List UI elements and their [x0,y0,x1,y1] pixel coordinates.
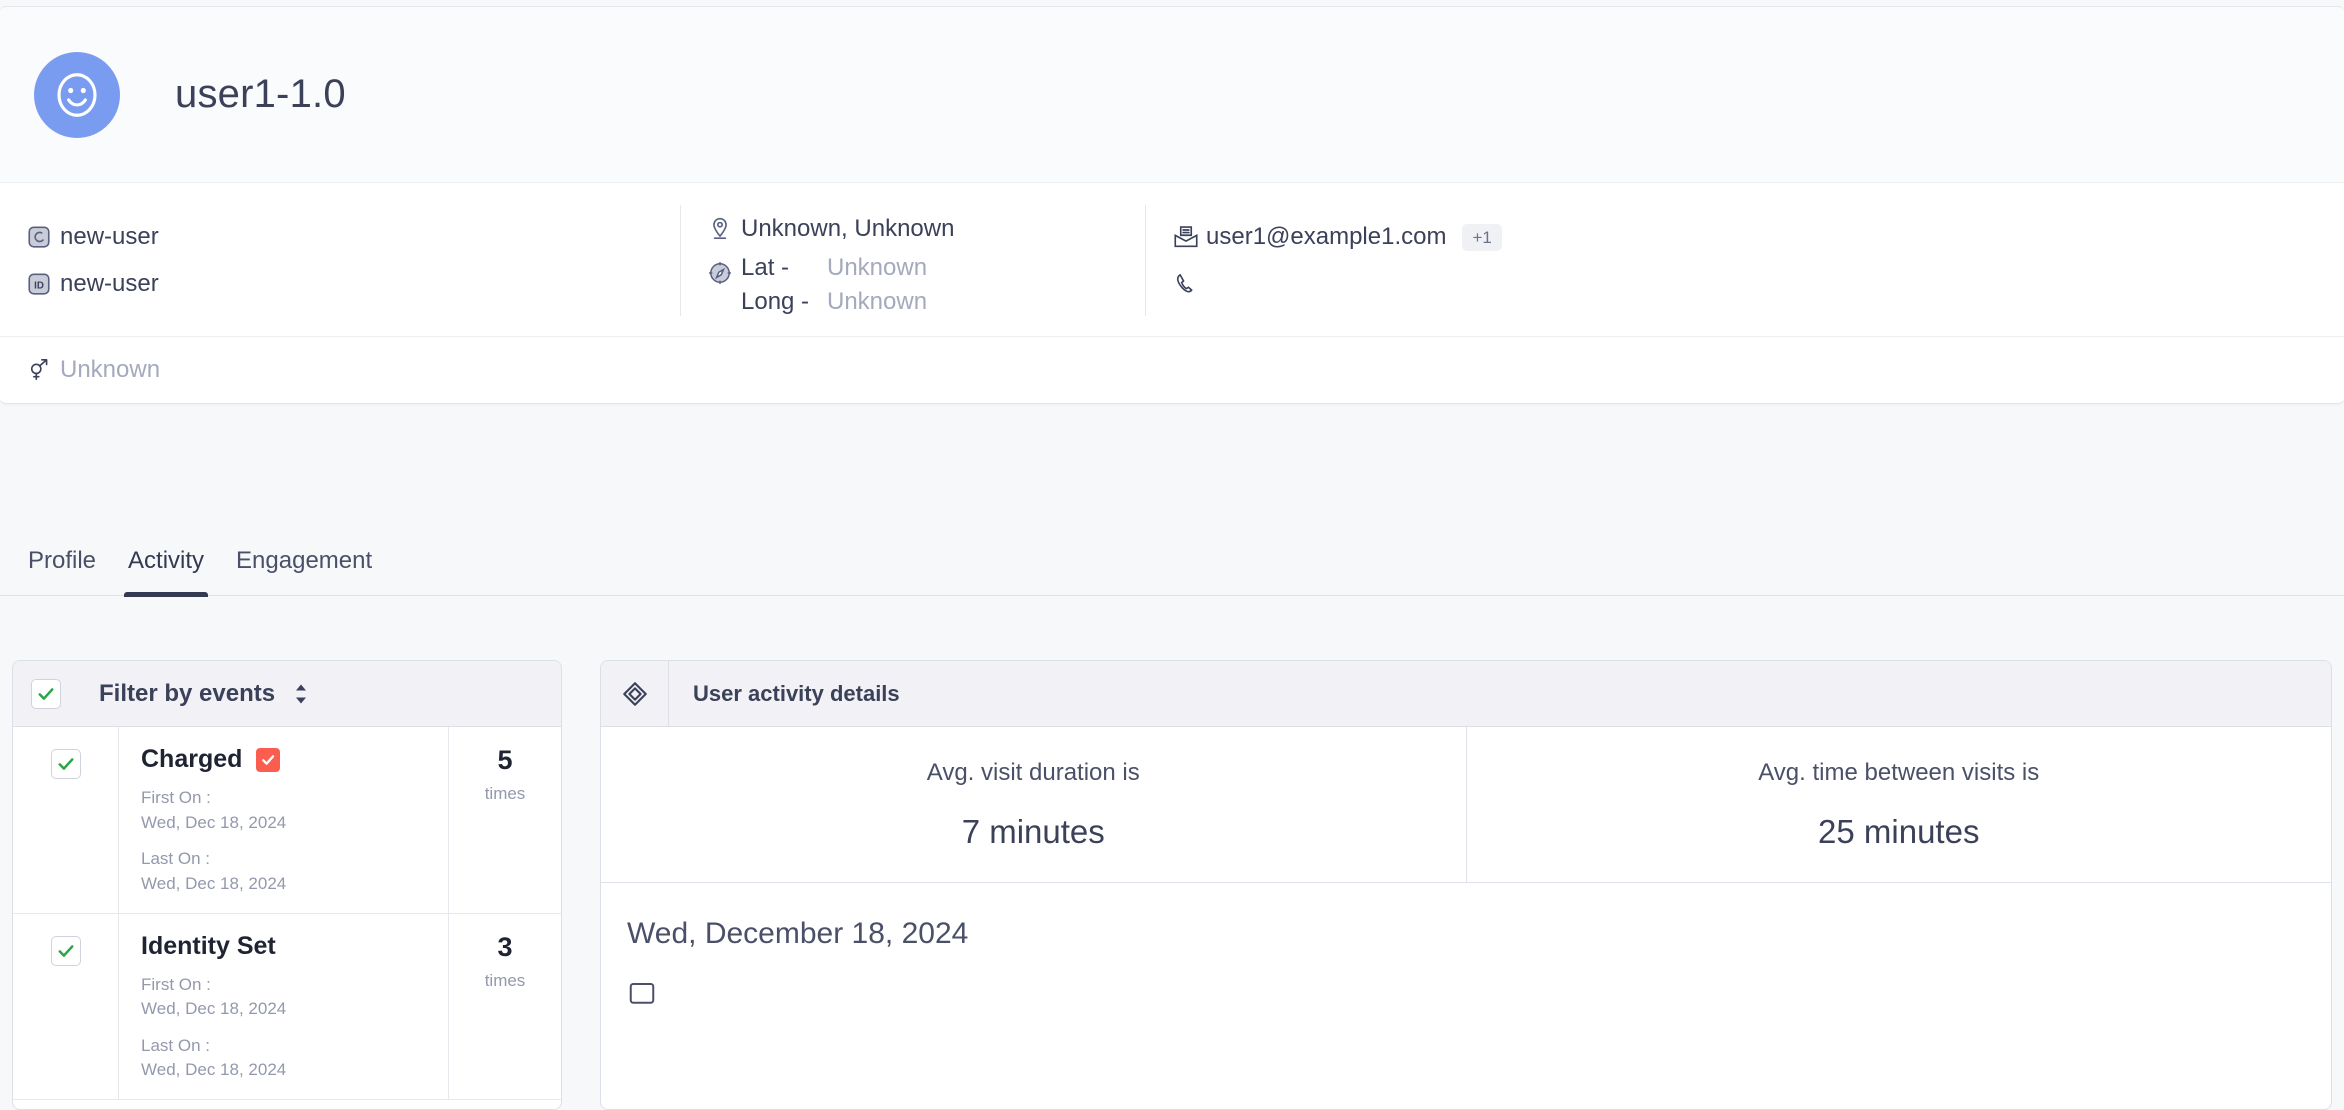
email-more-badge[interactable]: +1 [1462,223,1502,251]
smiley-face-icon [50,68,104,122]
event-checkbox[interactable] [50,749,81,779]
location-latlong-row: Lat - Unknown Long - Unknown [707,252,1119,316]
gender-icon [26,357,60,383]
email-value[interactable]: user1@example1.com [1206,223,1446,251]
location-place-row: Unknown, Unknown [707,205,1119,252]
stat-label: Avg. visit duration is [926,758,1140,786]
event-checkbox-cell [13,727,119,913]
contact-column: user1@example1.com +1 [1145,205,2344,316]
details-panel-title: User activity details [693,680,900,706]
event-checkbox-cell [13,913,119,1100]
event-first-on-label: First On : [141,974,211,994]
stat-value: 25 minutes [1818,812,1980,850]
email-row: user1@example1.com +1 [1172,214,2318,261]
event-title-line: Identity Set [141,932,448,961]
tab-activity[interactable]: Activity [112,547,220,597]
lat-value: Unknown [827,254,928,281]
identity-row-alias: new-user [26,214,654,261]
compass-icon [707,252,741,286]
map-pin-icon [707,216,741,242]
event-first-on-label: First On : [141,788,211,807]
event-count: 5 [497,745,513,775]
event-last-on-value: Wed, Dec 18, 2024 [141,1060,287,1080]
identity-alias-label: new-user [60,223,159,250]
stat-label: Avg. time between visits is [1758,758,2040,786]
activity-date-heading: Wed, December 18, 2024 [627,917,969,950]
filter-select-all-checkbox[interactable] [31,678,61,709]
location-column: Unknown, Unknown Lat - Unknown Long - Un… [680,205,1145,316]
phone-icon [1172,271,1206,297]
event-first-on: First On : Wed, Dec 18, 2024 [141,786,448,835]
identity-row-id: ID new-user [26,261,654,308]
filter-panel-header: Filter by events [13,661,561,727]
checked-flag-icon [256,747,281,772]
table-row[interactable]: Charged First On : Wed, Dec 18, 2024 Las… [13,727,561,914]
event-count-unit: times [484,970,526,990]
event-checkbox[interactable] [50,935,81,966]
lat-line: Lat - Unknown [741,254,927,282]
event-title-line: Charged [141,745,448,774]
event-last-on-value: Wed, Dec 18, 2024 [141,873,287,893]
activity-body: Filter by events Charged First On: Wed,… [0,660,2344,1110]
event-name: Identity Set [141,931,276,960]
identity-id-label: new-user [60,270,159,297]
gender-value: Unknown [60,356,161,383]
event-count-cell: 5 times [449,727,561,913]
profile-tabs: Profile Activity Engagement [0,528,2344,597]
event-last-on-label: Last On : [141,1035,210,1055]
gender-row: Unknown [0,337,2344,403]
location-place-label: Unknown, Unknown [741,214,955,242]
latlong-block: Lat - Unknown Long - Unknown [741,252,927,316]
profile-info-grid: new-user ID new-user Unknown, Unknown La… [0,183,2344,337]
id-badge-icon: ID [26,271,60,297]
event-first-on: First On : Wed, Dec 18, 2024 [141,973,448,1022]
long-value: Unknown [827,288,928,315]
event-last-on: Last On : Wed, Dec 18, 2024 [141,1034,448,1083]
identity-column: new-user ID new-user [0,205,680,316]
long-line: Long - Unknown [741,288,927,316]
stat-avg-time-between-visits: Avg. time between visits is 25 minutes [1465,727,2332,882]
svg-text:ID: ID [34,280,44,291]
sort-updown-icon[interactable] [291,682,311,706]
filter-panel-title: Filter by events [99,679,276,707]
event-main-cell: Charged First On : Wed, Dec 18, 2024 Las… [119,727,449,913]
event-main-cell: Identity Set First On : Wed, Dec 18, 202… [119,913,449,1100]
phone-row [1172,261,2318,308]
event-count: 3 [497,931,513,962]
event-name: Charged [141,745,243,773]
tab-engagement[interactable]: Engagement [220,547,388,595]
email-open-icon [1172,223,1206,251]
event-first-on-value: Wed, Dec 18, 2024 [141,999,287,1019]
event-count-cell: 3 times [449,914,561,1100]
avatar [34,51,120,138]
filter-by-events-panel: Filter by events Charged First On: Wed,… [12,660,562,1110]
details-panel-header: User activity details [601,661,2331,727]
moon-identity-icon [26,224,60,250]
user-activity-details-panel: User activity details Avg. visit duratio… [600,660,2332,1110]
event-first-on-value: Wed, Dec 18, 2024 [141,812,287,832]
lat-label: Lat - [741,254,790,281]
page-title: user1-1.0 [175,72,346,116]
table-row[interactable]: Identity Set First On : Wed, Dec 18, 202… [13,913,561,1101]
stat-value: 7 minutes [961,812,1105,850]
tab-profile[interactable]: Profile [12,547,112,595]
event-last-on-label: Last On : [141,849,210,869]
long-label: Long - [741,288,810,315]
event-last-on: Last On : Wed, Dec 18, 2024 [141,847,448,896]
profile-header: user1-1.0 [0,7,2344,183]
activity-date-section: Wed, December 18, 2024 [601,883,2331,1009]
ticket-tag-icon [601,661,669,726]
profile-card: user1-1.0 new-user ID new-user Unknown, … [0,6,2344,404]
event-count-unit: times [484,784,526,803]
activity-stats-row: Avg. visit duration is 7 minutes Avg. ti… [601,727,2331,883]
event-entry-icon [627,979,2331,1009]
user-profile-page: user1-1.0 new-user ID new-user Unknown, … [0,0,2344,1110]
stat-avg-visit-duration: Avg. visit duration is 7 minutes [601,727,1466,882]
